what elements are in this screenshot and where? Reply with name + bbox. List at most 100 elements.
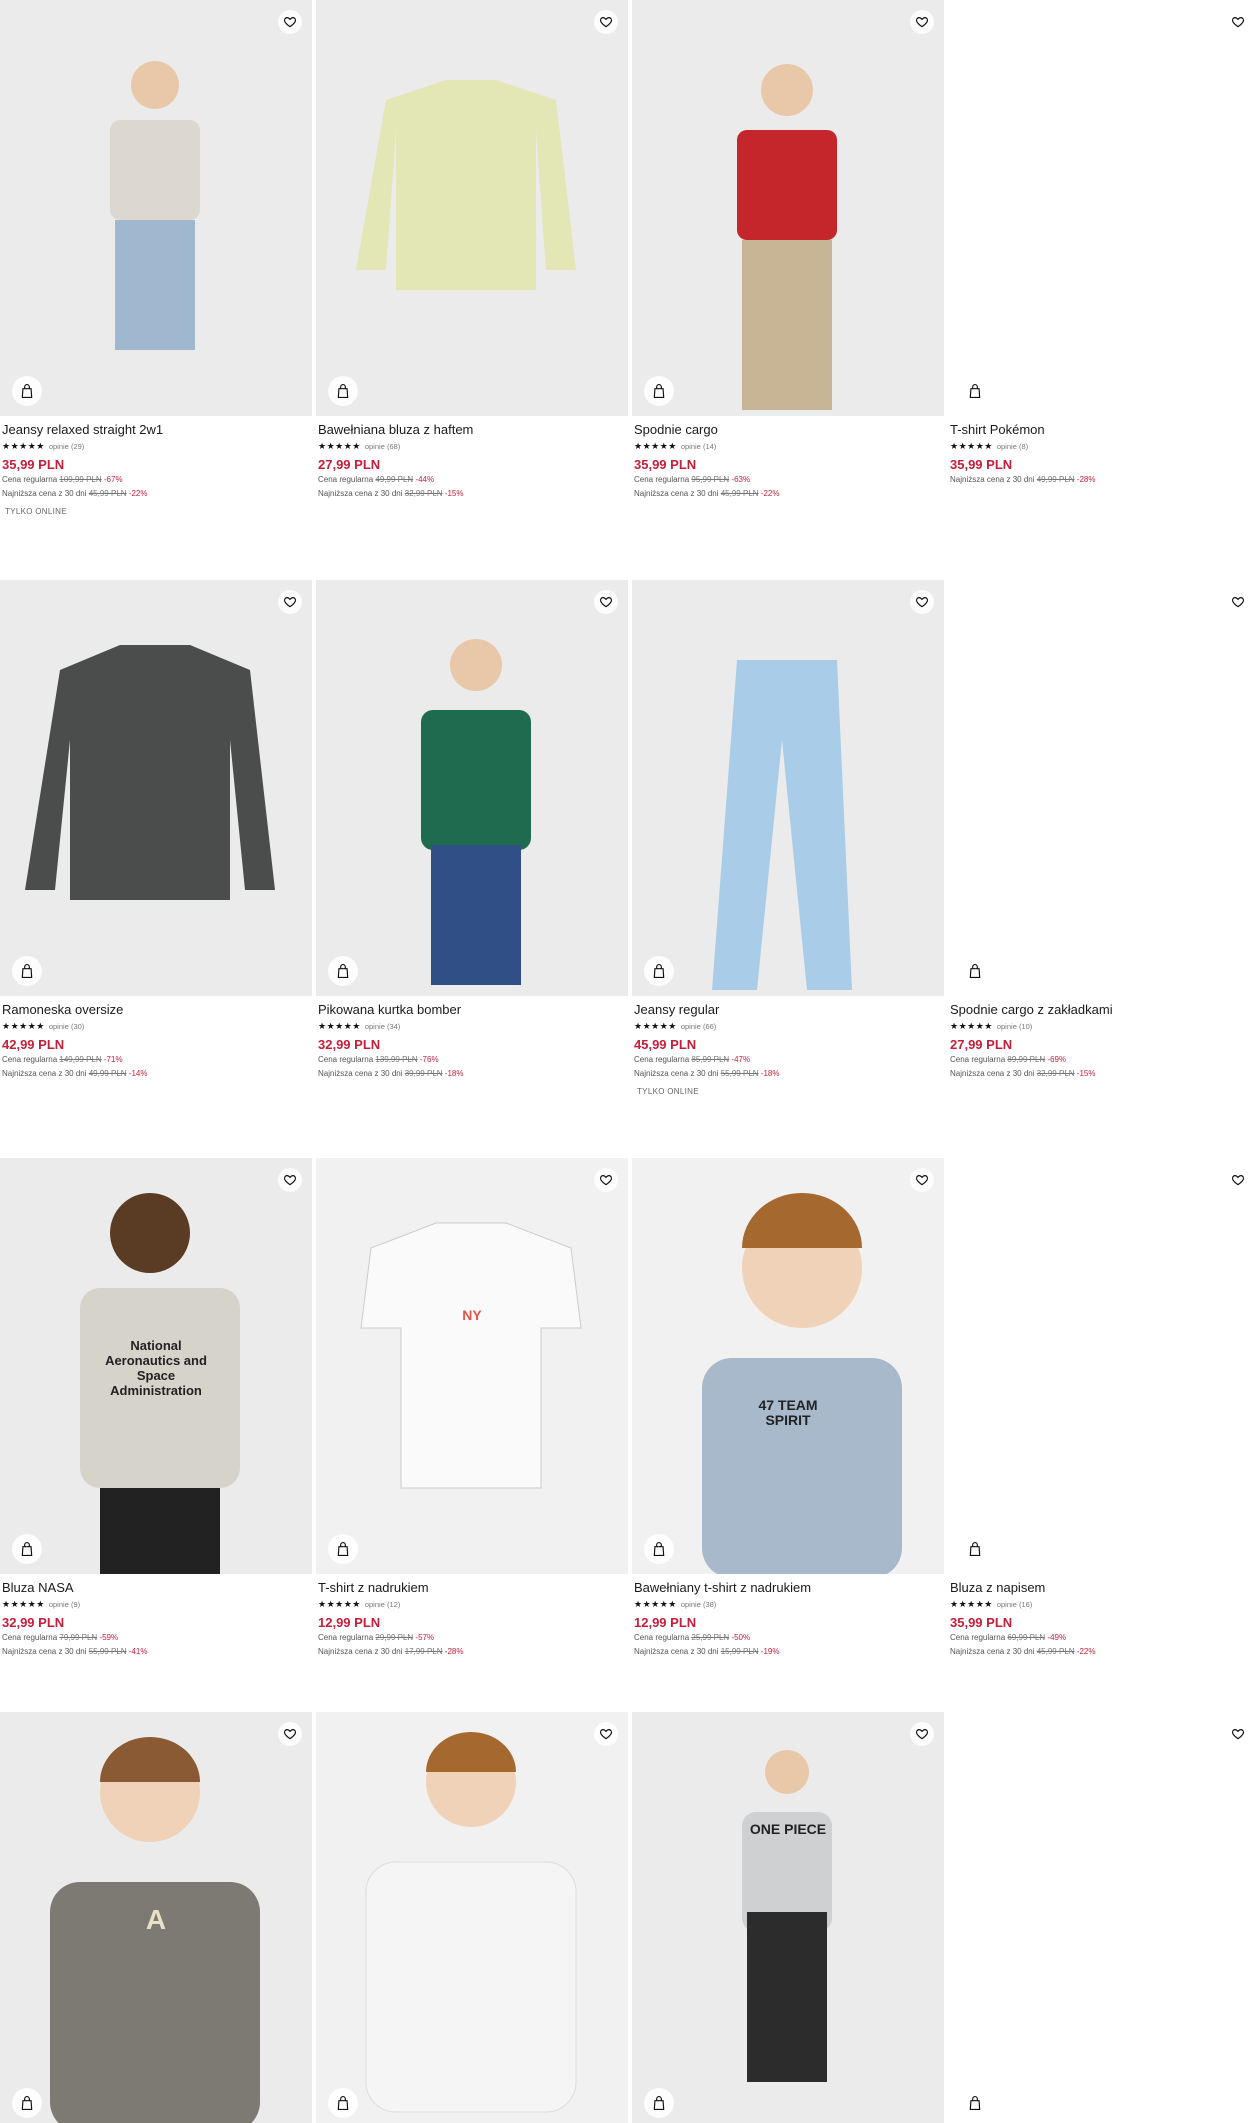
product-image[interactable]: ONE PIECE <box>632 1712 944 2123</box>
shopping-bag-icon[interactable] <box>328 956 358 986</box>
product-card[interactable]: T-shirt Pokémon ★★★★★ opinie (8) 35,99 PLN N… <box>948 0 1250 487</box>
product-card[interactable]: Ramoneska oversize ★★★★★ opinie (30) 42,99 … <box>0 580 312 1081</box>
heart-icon[interactable] <box>278 10 302 34</box>
shopping-bag-icon[interactable] <box>960 376 990 406</box>
product-name[interactable]: Jeansy regular <box>634 1002 942 1018</box>
heart-icon[interactable] <box>1226 1722 1250 1746</box>
heart-icon[interactable] <box>594 10 618 34</box>
product-image[interactable]: 47 TEAM SPIRIT <box>632 1158 944 1574</box>
product-name[interactable]: Jeansy relaxed straight 2w1 <box>2 422 310 438</box>
shopping-bag-icon[interactable] <box>960 956 990 986</box>
sale-price: 32,99 PLN <box>318 1037 381 1052</box>
lowest-price: 32,99 PLN <box>1036 1069 1075 1078</box>
product-name[interactable]: Spodnie cargo z zakładkami <box>950 1002 1250 1018</box>
heart-icon[interactable] <box>1226 1168 1250 1192</box>
product-image[interactable] <box>0 580 312 996</box>
product-image[interactable] <box>632 0 944 416</box>
lowest-discount: -28% <box>1076 475 1096 484</box>
rating: ★★★★★ opinie (8) <box>950 441 1250 452</box>
shopping-bag-icon[interactable] <box>328 376 358 406</box>
heart-icon[interactable] <box>594 1168 618 1192</box>
product-name[interactable]: Bawełniany t-shirt z nadrukiem <box>634 1580 942 1596</box>
shopping-bag-icon[interactable] <box>12 2088 42 2118</box>
shopping-bag-icon[interactable] <box>960 1534 990 1564</box>
lowest-discount: -22% <box>128 489 148 498</box>
lowest-discount: -15% <box>444 489 464 498</box>
product-image[interactable] <box>316 0 628 416</box>
product-name[interactable]: Ramoneska oversize <box>2 1002 310 1018</box>
lowest-price: 49,99 PLN <box>1036 475 1075 484</box>
shopping-bag-icon[interactable] <box>12 956 42 986</box>
review-count: opinie (66) <box>680 1022 717 1031</box>
product-card[interactable]: National Aeronautics and Space Administr… <box>0 1158 312 1659</box>
product-card[interactable]: Bluza z napisem ★★★★★ opinie (16) 35,99 PLN… <box>948 1158 1250 1659</box>
product-card[interactable]: Bawełniana bluza z haftem ★★★★★ opinie (68… <box>316 0 628 501</box>
rating-stars: ★★★★★ <box>2 1599 45 1609</box>
product-card[interactable]: Spodnie cargo z zakładkami ★★★★★ opinie (1… <box>948 580 1250 1081</box>
sale-price: 42,99 PLN <box>2 1037 65 1052</box>
heart-icon[interactable] <box>278 1722 302 1746</box>
product-card[interactable]: 47 TEAM SPIRIT Bawełniany t-shirt z nadru… <box>632 1158 944 1659</box>
product-card[interactable]: Jeansy regular ★★★★★ opinie (66) 45,99 PLN C… <box>632 580 944 1096</box>
shopping-bag-icon[interactable] <box>12 1534 42 1564</box>
heart-icon[interactable] <box>910 10 934 34</box>
product-info: Ramoneska oversize ★★★★★ opinie (30) 42,99 … <box>0 996 312 1081</box>
product-name[interactable]: Pikowana kurtka bomber <box>318 1002 626 1018</box>
product-image[interactable] <box>948 580 1250 996</box>
heart-icon[interactable] <box>278 1168 302 1192</box>
heart-icon[interactable] <box>910 590 934 614</box>
shopping-bag-icon[interactable] <box>328 1534 358 1564</box>
product-photo <box>742 1750 832 2082</box>
regular-price: 109,99 PLN <box>59 475 102 484</box>
product-card[interactable]: Pikowana kurtka bomber ★★★★★ opinie (34) 32… <box>316 580 628 1081</box>
product-image[interactable] <box>0 0 312 416</box>
product-name[interactable]: Bluza NASA <box>2 1580 310 1596</box>
heart-icon[interactable] <box>910 1722 934 1746</box>
heart-icon[interactable] <box>594 590 618 614</box>
product-name[interactable]: Spodnie cargo <box>634 422 942 438</box>
product-name[interactable]: T-shirt Pokémon <box>950 422 1250 438</box>
rating-stars: ★★★★★ <box>950 1021 993 1031</box>
regular-price-label: Cena regularna <box>2 1633 58 1642</box>
product-image[interactable] <box>632 580 944 996</box>
shopping-bag-icon[interactable] <box>328 2088 358 2118</box>
rating-stars: ★★★★★ <box>2 1021 45 1031</box>
product-image[interactable] <box>316 580 628 996</box>
product-card[interactable]: Jeansy relaxed straight 2w1 ★★★★★ opinie (… <box>0 0 312 516</box>
shopping-bag-icon[interactable] <box>644 376 674 406</box>
product-image[interactable] <box>948 0 1250 416</box>
product-image[interactable] <box>948 1712 1250 2123</box>
product-card[interactable]: NY T-shirt z nadrukiem ★★★★★ opinie (12) 12,… <box>316 1158 628 1659</box>
product-card[interactable] <box>316 1712 628 2123</box>
product-name[interactable]: T-shirt z nadrukiem <box>318 1580 626 1596</box>
heart-icon[interactable] <box>1226 10 1250 34</box>
shopping-bag-icon[interactable] <box>644 1534 674 1564</box>
regular-discount: -44% <box>415 475 435 484</box>
product-image[interactable]: National Aeronautics and Space Administr… <box>0 1158 312 1574</box>
regular-discount: -76% <box>419 1055 439 1064</box>
product-name[interactable]: Bluza z napisem <box>950 1580 1250 1596</box>
product-image[interactable]: NY <box>316 1158 628 1574</box>
heart-icon[interactable] <box>1226 590 1250 614</box>
product-image[interactable]: A <box>0 1712 312 2123</box>
product-card[interactable]: A <box>0 1712 312 2123</box>
heart-icon[interactable] <box>594 1722 618 1746</box>
shopping-bag-icon[interactable] <box>960 2088 990 2118</box>
product-card[interactable]: Spodnie cargo ★★★★★ opinie (14) 35,99 PLN Ce… <box>632 0 944 501</box>
product-name[interactable]: Bawełniana bluza z haftem <box>318 422 626 438</box>
shopping-bag-icon[interactable] <box>644 956 674 986</box>
lowest-discount: -15% <box>1076 1069 1096 1078</box>
product-image[interactable] <box>316 1712 628 2123</box>
heart-icon[interactable] <box>278 590 302 614</box>
shopping-bag-icon[interactable] <box>12 376 42 406</box>
regular-price-line: Cena regularna 79,99 PLN -59% <box>2 1631 310 1645</box>
product-info: Jeansy regular ★★★★★ opinie (66) 45,99 PLN C… <box>632 996 944 1096</box>
product-card[interactable] <box>948 1712 1250 2123</box>
shopping-bag-icon[interactable] <box>644 2088 674 2118</box>
product-card[interactable]: ONE PIECE <box>632 1712 944 2123</box>
review-count: opinie (68) <box>364 442 401 451</box>
product-image[interactable] <box>948 1158 1250 1574</box>
lowest-price-label: Najniższa cena z 30 dni <box>318 489 403 498</box>
heart-icon[interactable] <box>910 1168 934 1192</box>
lowest-price-line: Najniższa cena z 30 dni 55,99 PLN -41% <box>2 1645 310 1659</box>
